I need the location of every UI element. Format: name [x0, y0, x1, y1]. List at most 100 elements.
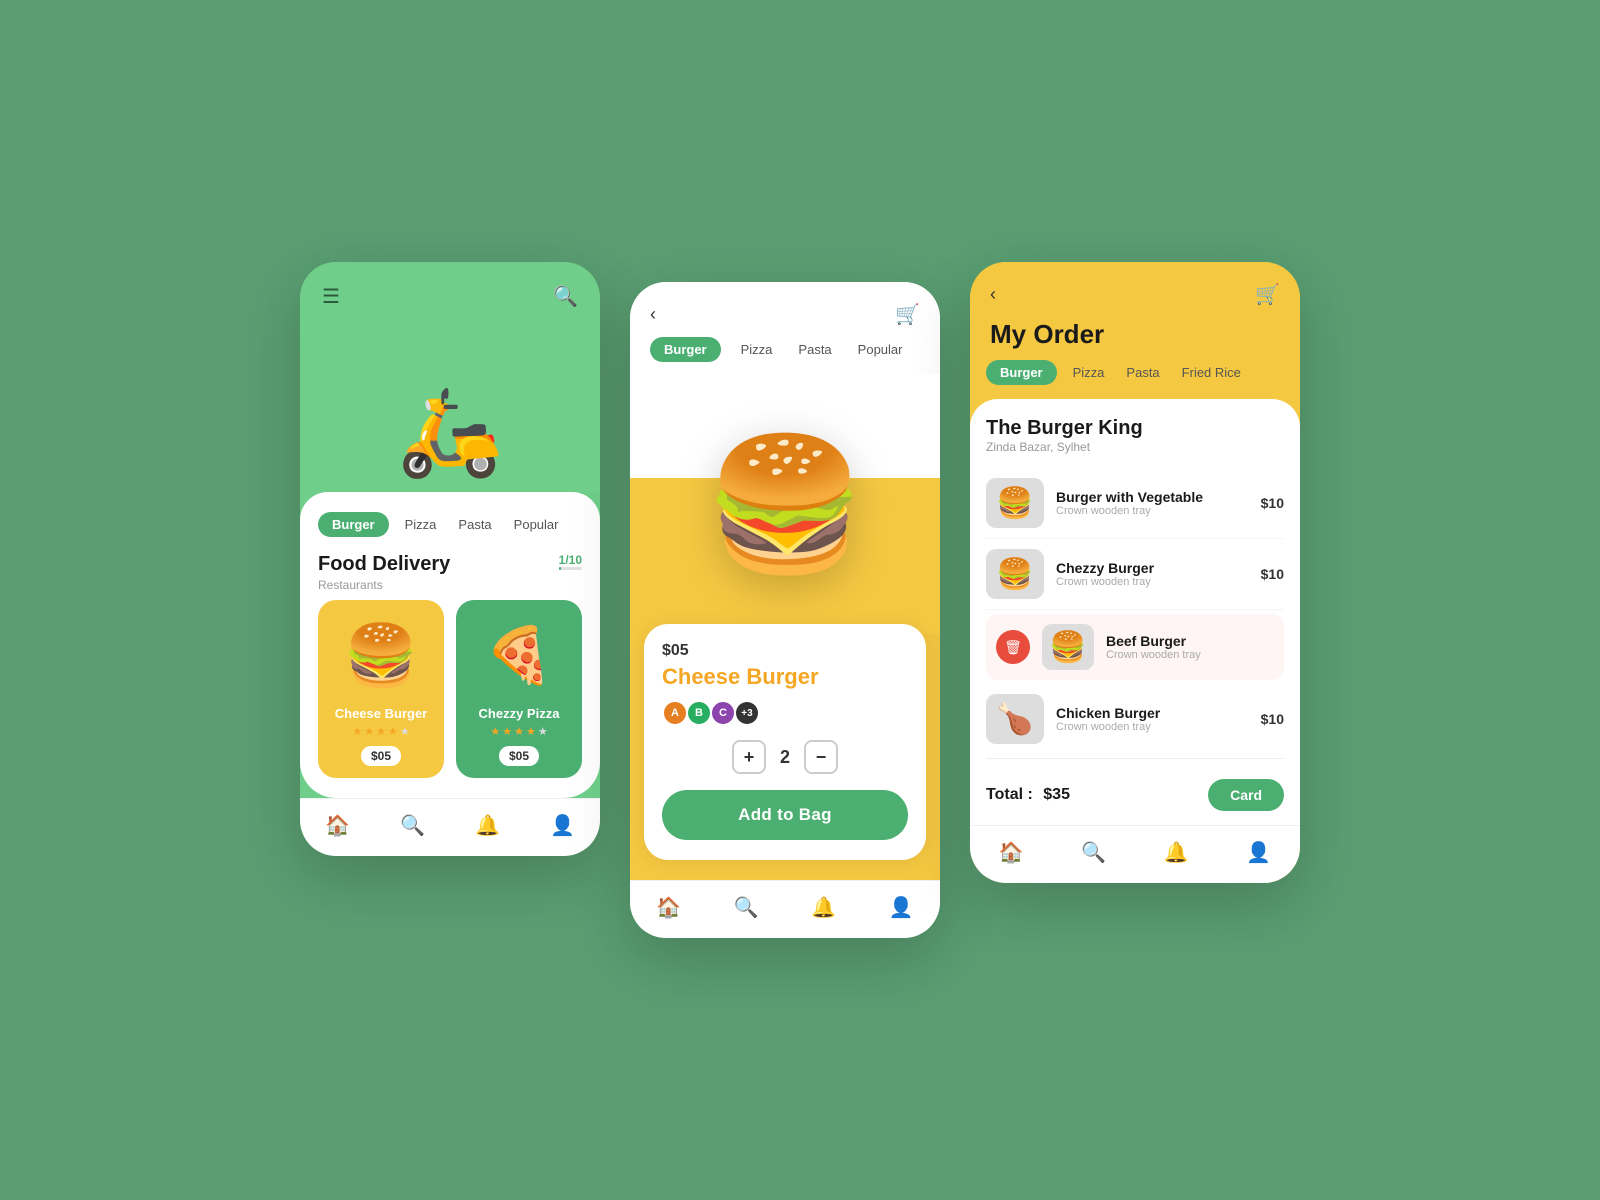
nav-bell[interactable]: 🔔 — [475, 813, 500, 838]
item4-price: $10 — [1261, 711, 1284, 727]
star3: ★ — [376, 725, 386, 738]
delete-button[interactable]: 🗑 — [996, 630, 1030, 664]
screen3-body: The Burger King Zinda Bazar, Sylhet 🍔 Bu… — [970, 399, 1300, 825]
tab-pizza-s3[interactable]: Pizza — [1067, 360, 1111, 385]
screen1-hero: ☰ 🔍 🛵 — [300, 262, 600, 492]
screen1-tabs: Burger Pizza Pasta Popular — [318, 512, 582, 537]
cart-icon-s3[interactable]: 🛒 — [1255, 282, 1280, 307]
card1-name: Cheese Burger — [335, 706, 427, 721]
quantity-row: + 2 − — [662, 740, 908, 774]
scooter-emoji: 🛵 — [397, 382, 503, 482]
tab-burger[interactable]: Burger — [318, 512, 389, 537]
tab-pasta-s3[interactable]: Pasta — [1120, 360, 1165, 385]
tab-popular-s2[interactable]: Popular — [852, 337, 909, 362]
cart-icon[interactable]: 🛒 — [895, 302, 920, 327]
menu-icon[interactable]: ☰ — [322, 284, 340, 309]
nav-home-s3[interactable]: 🏠 — [999, 840, 1024, 865]
tab-burger-s2[interactable]: Burger — [650, 337, 721, 362]
item3-img: 🍔 — [1042, 624, 1094, 670]
progress-fill — [559, 567, 561, 570]
card1-price: $05 — [361, 746, 401, 766]
item2-img: 🍔 — [986, 549, 1044, 599]
nav-search[interactable]: 🔍 — [400, 813, 425, 838]
tab-popular[interactable]: Popular — [508, 512, 565, 537]
order-item-3-highlighted: 🗑 🍔 Beef Burger Crown wooden tray — [986, 614, 1284, 680]
total-divider — [986, 758, 1284, 759]
screen2-tabs: Burger Pizza Pasta Popular — [630, 337, 940, 374]
card2-name: Chezzy Pizza — [479, 706, 560, 721]
pizza-emoji: 🍕 — [485, 623, 553, 688]
screen3-tabs: Burger Pizza Pasta Fried Rice — [970, 360, 1300, 399]
star5-empty: ★ — [538, 725, 548, 738]
add-to-bag-button[interactable]: Add to Bag — [662, 790, 908, 840]
nav-user[interactable]: 👤 — [550, 813, 575, 838]
screen2-phone: ‹ 🛒 Burger Pizza Pasta Popular 🍔 $05 Che… — [630, 282, 940, 938]
star1: ★ — [352, 725, 362, 738]
item3-name: Beef Burger — [1106, 633, 1274, 649]
qty-decrement[interactable]: − — [804, 740, 838, 774]
restaurants-label: Restaurants — [318, 578, 450, 592]
item2-name: Chezzy Burger — [1056, 560, 1249, 576]
avatar2: B — [686, 700, 712, 726]
screen2-bottom-nav: 🏠 🔍 🔔 👤 — [630, 880, 940, 938]
total-label: Total : $35 — [986, 786, 1070, 804]
item1-img: 🍔 — [986, 478, 1044, 528]
item1-price: $10 — [1261, 495, 1284, 511]
nav-user-s2[interactable]: 👤 — [889, 895, 914, 920]
food-card-cheese-burger[interactable]: 🍔 Cheese Burger ★ ★ ★ ★ ★ $05 — [318, 600, 444, 778]
burger-emoji: 🍔 — [344, 620, 419, 691]
screen1-bottom-nav: 🏠 🔍 🔔 👤 — [300, 798, 600, 856]
screen3-phone: ‹ 🛒 My Order Burger Pizza Pasta Fried Ri… — [970, 262, 1300, 883]
food-card-chezzy-pizza[interactable]: 🍕 Chezzy Pizza ★ ★ ★ ★ ★ $05 — [456, 600, 582, 778]
qty-value: 2 — [780, 747, 790, 768]
screen1-phone: ☰ 🔍 🛵 Burger Pizza Pasta Popular Food De… — [300, 262, 600, 856]
order-item-1: 🍔 Burger with Vegetable Crown wooden tra… — [986, 468, 1284, 539]
star4: ★ — [388, 725, 398, 738]
nav-home-s2[interactable]: 🏠 — [656, 895, 681, 920]
star2: ★ — [364, 725, 374, 738]
product-price: $05 — [662, 642, 908, 660]
nav-home[interactable]: 🏠 — [325, 813, 350, 838]
item4-name: Chicken Burger — [1056, 705, 1249, 721]
back-button[interactable]: ‹ — [650, 304, 656, 325]
big-burger-emoji: 🍔 — [704, 428, 866, 581]
item4-info: Chicken Burger Crown wooden tray — [1056, 705, 1249, 733]
card2-price: $05 — [499, 746, 539, 766]
card2-stars: ★ ★ ★ ★ ★ — [490, 725, 547, 738]
tab-pizza-s2[interactable]: Pizza — [735, 337, 779, 362]
item3-info: Beef Burger Crown wooden tray — [1106, 633, 1274, 661]
order-item-2: 🍔 Chezzy Burger Crown wooden tray $10 — [986, 539, 1284, 610]
tab-pasta[interactable]: Pasta — [452, 512, 497, 537]
nav-bell-s3[interactable]: 🔔 — [1164, 840, 1189, 865]
item4-img: 🍗 — [986, 694, 1044, 744]
search-icon[interactable]: 🔍 — [553, 284, 578, 309]
nav-user-s3[interactable]: 👤 — [1246, 840, 1271, 865]
food-cards-row: 🍔 Cheese Burger ★ ★ ★ ★ ★ $05 🍕 — [318, 600, 582, 798]
star2: ★ — [502, 725, 512, 738]
item2-info: Chezzy Burger Crown wooden tray — [1056, 560, 1249, 588]
star3: ★ — [514, 725, 524, 738]
nav-search-s3[interactable]: 🔍 — [1081, 840, 1106, 865]
total-row: Total : $35 Card — [986, 763, 1284, 825]
star4: ★ — [526, 725, 536, 738]
item1-info: Burger with Vegetable Crown wooden tray — [1056, 489, 1249, 517]
item2-sub: Crown wooden tray — [1056, 576, 1249, 588]
screen3-header: ‹ 🛒 — [970, 262, 1300, 319]
food-delivery-title: Food Delivery — [318, 553, 450, 576]
tab-burger-s3[interactable]: Burger — [986, 360, 1057, 385]
tab-pizza[interactable]: Pizza — [399, 512, 443, 537]
tab-pasta-s2[interactable]: Pasta — [792, 337, 837, 362]
screens-container: ☰ 🔍 🛵 Burger Pizza Pasta Popular Food De… — [300, 262, 1300, 938]
tab-fried-rice-s3[interactable]: Fried Rice — [1176, 360, 1247, 385]
nav-search-s2[interactable]: 🔍 — [734, 895, 759, 920]
qty-increment[interactable]: + — [732, 740, 766, 774]
back-button-s3[interactable]: ‹ — [990, 284, 996, 305]
screen3-bottom-nav: 🏠 🔍 🔔 👤 — [970, 825, 1300, 883]
nav-bell-s2[interactable]: 🔔 — [811, 895, 836, 920]
user-avatars: A B C +3 — [662, 700, 908, 726]
item1-name: Burger with Vegetable — [1056, 489, 1249, 505]
my-order-title: My Order — [990, 319, 1280, 350]
card-button[interactable]: Card — [1208, 779, 1284, 811]
progress-line — [559, 567, 582, 570]
star1: ★ — [490, 725, 500, 738]
